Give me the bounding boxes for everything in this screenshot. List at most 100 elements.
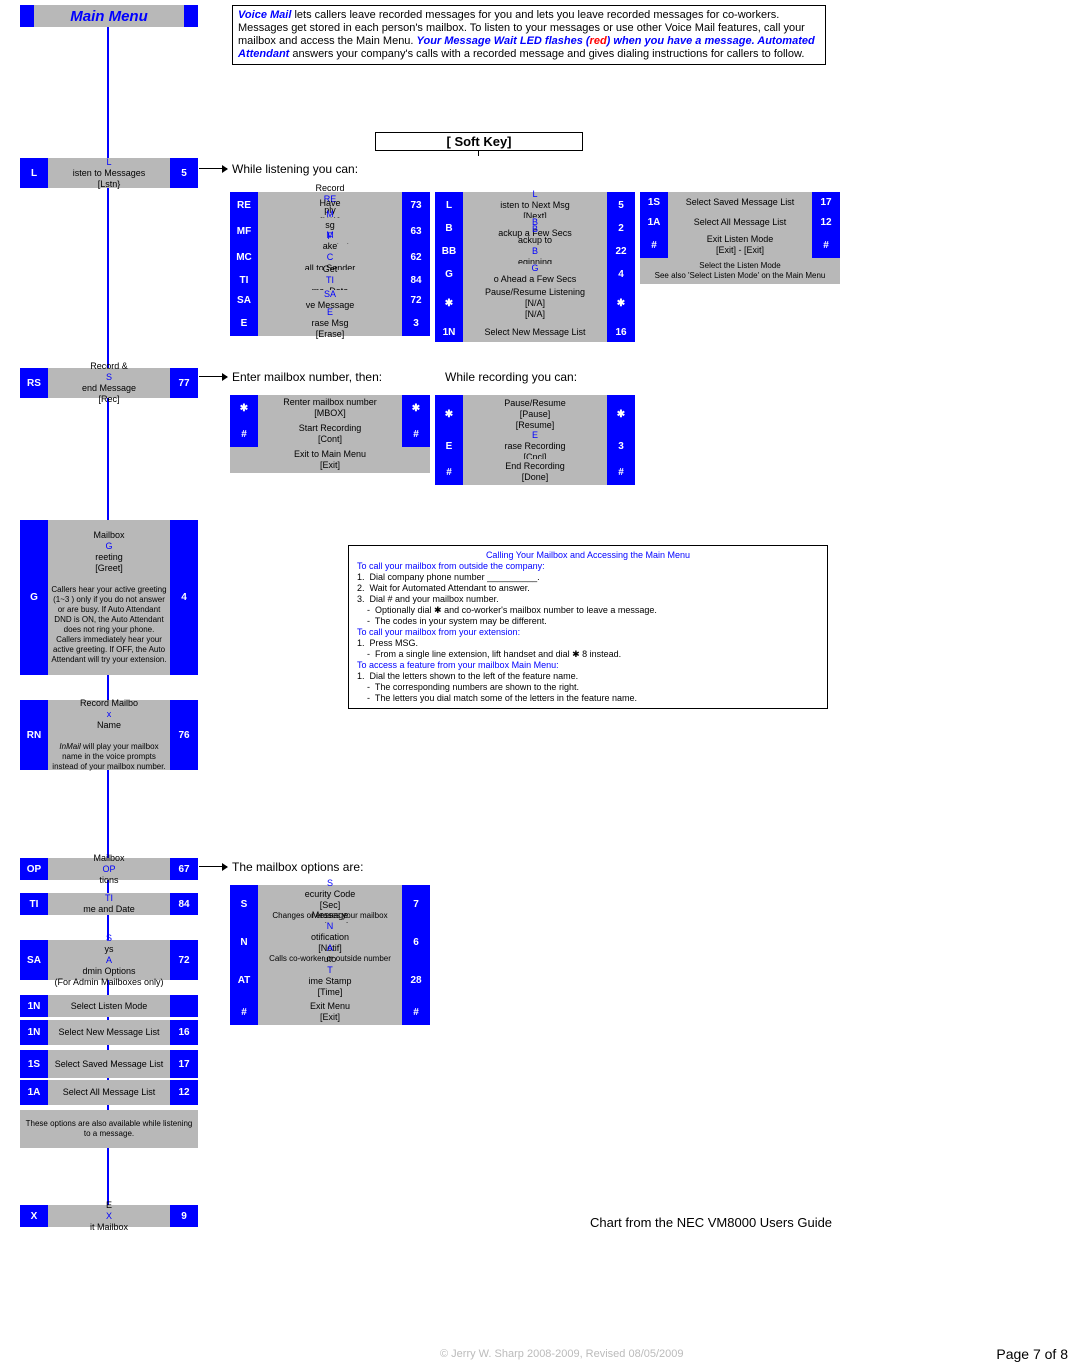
calling-line: - Optionally dial ✱ and co-worker's mail… bbox=[357, 605, 819, 616]
listen-m-num-5[interactable]: 16 bbox=[607, 322, 635, 342]
listen-m-num-3[interactable]: 4 bbox=[607, 264, 635, 284]
listen-l-num-0[interactable]: 73 bbox=[402, 192, 430, 218]
menu-label-1S: Select Saved Message List bbox=[48, 1050, 170, 1078]
record-r-label-1: Erase Recording[Cncl] bbox=[463, 433, 607, 459]
menu-key-1N[interactable]: 1N bbox=[20, 1020, 48, 1045]
listen-m-key-1[interactable]: B bbox=[435, 218, 463, 238]
opt-num-2[interactable]: 28 bbox=[402, 961, 430, 999]
opt-num-1[interactable]: 6 bbox=[402, 923, 430, 961]
listen-r-key-1[interactable]: 1A bbox=[640, 212, 668, 232]
listen-l-num-1[interactable]: 63 bbox=[402, 218, 430, 244]
listen-r-num-1[interactable]: 12 bbox=[812, 212, 840, 232]
calling-line: 1. Dial company phone number __________. bbox=[357, 572, 819, 583]
menu-num-TI[interactable]: 84 bbox=[170, 893, 198, 915]
opt-key-1[interactable]: N bbox=[230, 923, 258, 961]
record-r-num-0[interactable]: ✱ bbox=[607, 395, 635, 433]
listen-r-label-0: Select Saved Message List bbox=[668, 192, 812, 212]
listen-l-num-2[interactable]: 62 bbox=[402, 244, 430, 270]
record-r-num-1[interactable]: 3 bbox=[607, 433, 635, 459]
listen-m-label-5: Select New Message List bbox=[463, 322, 607, 342]
menu-key-L[interactable]: L bbox=[20, 158, 48, 188]
menu-key-X[interactable]: X bbox=[20, 1205, 48, 1227]
calling-line: - The letters you dial match some of the… bbox=[357, 693, 819, 704]
record-r-key-1[interactable]: E bbox=[435, 433, 463, 459]
softkey-label: [ Soft Key] bbox=[375, 132, 583, 151]
menu-label-RN: Record Mailbox NameInMail will play your… bbox=[48, 700, 170, 770]
record-l-num-0[interactable]: ✱ bbox=[402, 395, 430, 421]
record-r-key-2[interactable]: # bbox=[435, 459, 463, 485]
listen-m-num-4[interactable]: ✱ bbox=[607, 284, 635, 322]
menu-num-X[interactable]: 9 bbox=[170, 1205, 198, 1227]
listen-l-key-4[interactable]: SA bbox=[230, 290, 258, 310]
calling-line: - The corresponding numbers are shown to… bbox=[357, 682, 819, 693]
listen-m-key-5[interactable]: 1N bbox=[435, 322, 463, 342]
menu-label-1A: Select All Message List bbox=[48, 1080, 170, 1105]
record-r-label-0: Pause/Resume[Pause][Resume] bbox=[463, 395, 607, 433]
calling-line: 1. Dial the letters shown to the left of… bbox=[357, 671, 819, 682]
arrow-record bbox=[199, 376, 227, 377]
opt-num-3[interactable]: # bbox=[402, 999, 430, 1025]
listen-r-num-0[interactable]: 17 bbox=[812, 192, 840, 212]
menu-key-OP[interactable]: OP bbox=[20, 858, 48, 880]
menu-num-1S[interactable]: 17 bbox=[170, 1050, 198, 1078]
page-number: Page 7 of 8 bbox=[996, 1346, 1068, 1362]
menu-label-X: EXit Mailbox bbox=[48, 1205, 170, 1227]
menu-key-RS[interactable]: RS bbox=[20, 368, 48, 398]
record-r-num-2[interactable]: # bbox=[607, 459, 635, 485]
opt-key-3[interactable]: # bbox=[230, 999, 258, 1025]
menu-label-1N: Select New Message List bbox=[48, 1020, 170, 1045]
menu-key-SA[interactable]: SA bbox=[20, 940, 48, 980]
listen-l-key-3[interactable]: TI bbox=[230, 270, 258, 290]
calling-h1: To call your mailbox from outside the co… bbox=[357, 561, 819, 572]
menu-num-RS[interactable]: 77 bbox=[170, 368, 198, 398]
menu-num-1N[interactable]: 16 bbox=[170, 1020, 198, 1045]
listen-r-num-2[interactable]: # bbox=[812, 232, 840, 258]
listen-m-key-2[interactable]: BB bbox=[435, 238, 463, 264]
menu-key-1N[interactable]: 1N bbox=[20, 995, 48, 1017]
listen-m-key-4[interactable]: ✱ bbox=[435, 284, 463, 322]
calling-line: - From a single line extension, lift han… bbox=[357, 649, 819, 660]
listen-r-key-2[interactable]: # bbox=[640, 232, 668, 258]
opt-key-2[interactable]: AT bbox=[230, 961, 258, 999]
menu-label-1N: Select Listen Mode bbox=[48, 995, 170, 1017]
calling-line: 3. Dial # and your mailbox number. bbox=[357, 594, 819, 605]
menu-num-1N[interactable] bbox=[170, 995, 198, 1017]
listen-l-num-5[interactable]: 3 bbox=[402, 310, 430, 336]
listen-l-key-0[interactable]: RE bbox=[230, 192, 258, 218]
listen-r-key-0[interactable]: 1S bbox=[640, 192, 668, 212]
menu-num-1A[interactable]: 12 bbox=[170, 1080, 198, 1105]
menu-key-1A[interactable]: 1A bbox=[20, 1080, 48, 1105]
listen-m-key-3[interactable]: G bbox=[435, 264, 463, 284]
menu-key-TI[interactable]: TI bbox=[20, 893, 48, 915]
record-r-key-0[interactable]: ✱ bbox=[435, 395, 463, 433]
record-l-note: Exit to Main Menu[Exit] bbox=[230, 447, 430, 473]
arrow-listen bbox=[199, 168, 227, 169]
menu-num-SA[interactable]: 72 bbox=[170, 940, 198, 980]
listen-l-num-4[interactable]: 72 bbox=[402, 290, 430, 310]
record-l-key-1[interactable]: # bbox=[230, 421, 258, 447]
listen-m-key-0[interactable]: L bbox=[435, 192, 463, 218]
listen-m-num-2[interactable]: 22 bbox=[607, 238, 635, 264]
menu-key-1S[interactable]: 1S bbox=[20, 1050, 48, 1078]
menu-num-L[interactable]: 5 bbox=[170, 158, 198, 188]
listen-m-num-0[interactable]: 5 bbox=[607, 192, 635, 218]
menu-num-RN[interactable]: 76 bbox=[170, 700, 198, 770]
opt-key-0[interactable]: S bbox=[230, 885, 258, 923]
listen-l-key-2[interactable]: MC bbox=[230, 244, 258, 270]
menu-key-G[interactable]: G bbox=[20, 520, 48, 675]
intro-box: Voice Mail lets callers leave recorded m… bbox=[232, 5, 826, 65]
listen-m-num-1[interactable]: 2 bbox=[607, 218, 635, 238]
opt-num-0[interactable]: 7 bbox=[402, 885, 430, 923]
listen-l-num-3[interactable]: 84 bbox=[402, 270, 430, 290]
menu-key-RN[interactable]: RN bbox=[20, 700, 48, 770]
menu-num-G[interactable]: 4 bbox=[170, 520, 198, 675]
record-l-num-1[interactable]: # bbox=[402, 421, 430, 447]
record-l-label-1: Start Recording[Cont] bbox=[258, 421, 402, 447]
listen-l-key-1[interactable]: MF bbox=[230, 218, 258, 244]
listen-l-key-5[interactable]: E bbox=[230, 310, 258, 336]
menu-label-RS: Record & Send Message[Rec] bbox=[48, 368, 170, 398]
menu-label-OP: Mailbox OPtions bbox=[48, 858, 170, 880]
record-caption2: While recording you can: bbox=[445, 370, 577, 384]
menu-num-OP[interactable]: 67 bbox=[170, 858, 198, 880]
record-l-key-0[interactable]: ✱ bbox=[230, 395, 258, 421]
